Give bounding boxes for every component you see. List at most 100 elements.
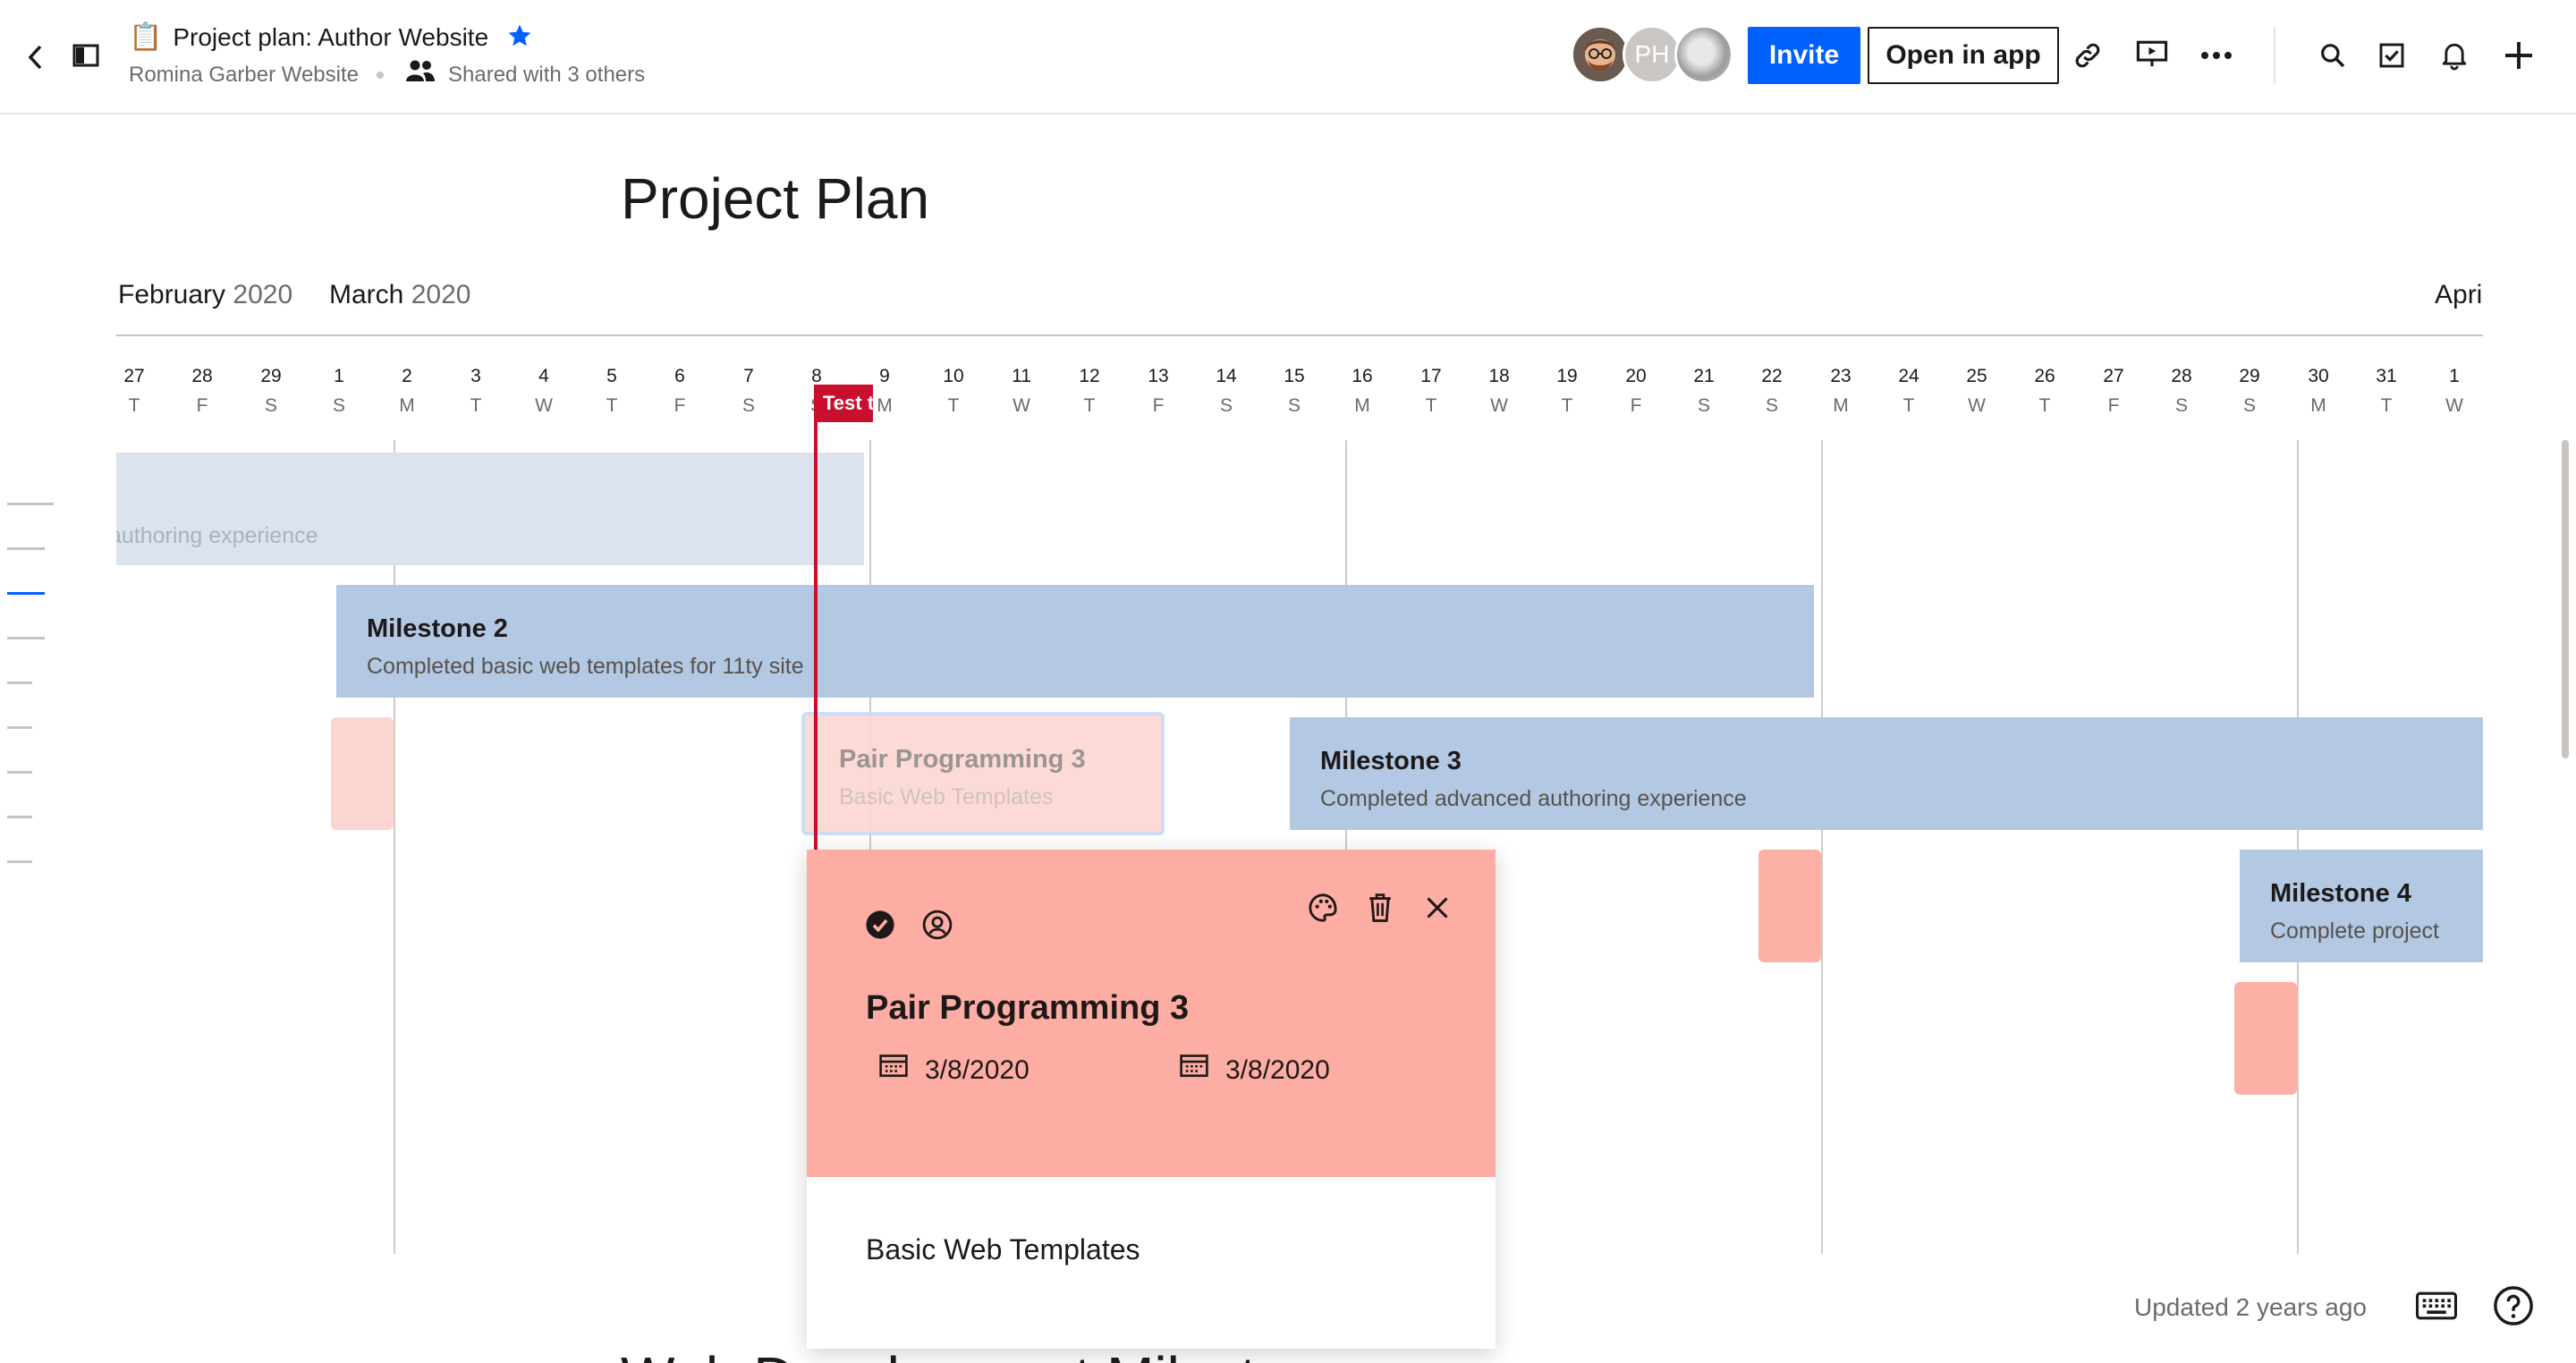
day-number: 10 <box>943 366 964 386</box>
star-icon[interactable] <box>506 22 533 54</box>
day-weekday: M <box>1833 395 1849 416</box>
day-number: 27 <box>123 366 145 386</box>
day-number: 5 <box>606 366 617 386</box>
end-date-field[interactable]: 3/8/2020 <box>1179 1052 1330 1088</box>
day-weekday: M <box>2310 395 2326 416</box>
doc-subtitle: Romina Garber Website Shared with 3 othe… <box>129 59 645 91</box>
day-number: 4 <box>538 366 549 386</box>
notifications-bell-icon[interactable] <box>2438 39 2470 72</box>
task-bar[interactable] <box>331 717 394 830</box>
vertical-scrollbar[interactable] <box>2562 440 2569 758</box>
day-number: 20 <box>1625 366 1647 386</box>
month-label-march: March 2020 <box>329 280 471 309</box>
task-bar[interactable] <box>1758 850 1821 962</box>
milestone-3-bar[interactable]: Milestone 3 Completed advanced authoring… <box>1290 717 2483 830</box>
outline-tick[interactable] <box>7 682 32 684</box>
day-number: 12 <box>1079 366 1100 386</box>
open-in-app-button[interactable]: Open in app <box>1868 27 2059 84</box>
today-marker-label[interactable]: Test t <box>814 385 873 422</box>
doc-title[interactable]: Project plan: Author Website <box>173 20 488 55</box>
day-number: 1 <box>2449 366 2460 386</box>
week-gridline <box>2297 440 2299 1254</box>
outline-tick[interactable] <box>7 547 45 550</box>
milestone-3-title: Milestone 3 <box>1320 747 1462 775</box>
day-weekday: T <box>606 395 618 416</box>
close-icon[interactable] <box>1420 891 1454 925</box>
day-weekday: F <box>674 395 686 416</box>
day-header: 11 W <box>995 363 1048 422</box>
day-header: 16 M <box>1335 363 1389 422</box>
day-number: 2 <box>402 366 412 386</box>
avatar[interactable] <box>1674 25 1733 84</box>
day-header: 17 T <box>1404 363 1458 422</box>
day-weekday: T <box>2038 395 2051 416</box>
invite-button[interactable]: Invite <box>1748 27 1860 84</box>
add-icon[interactable] <box>2501 38 2537 73</box>
present-icon[interactable] <box>2134 38 2170 70</box>
outline-tick[interactable] <box>7 860 32 863</box>
day-number: 29 <box>260 366 282 386</box>
day-header: 12 T <box>1063 363 1116 422</box>
day-weekday: T <box>947 395 960 416</box>
day-number: 8 <box>811 366 822 386</box>
shared-status[interactable]: Shared with 3 others <box>448 60 645 90</box>
toolbar-divider <box>2274 27 2275 84</box>
outline-tick[interactable] <box>7 503 54 505</box>
day-number: 27 <box>2103 366 2124 386</box>
outline-tick[interactable] <box>7 726 32 729</box>
toggle-sidebar-icon[interactable] <box>72 41 100 70</box>
outline-tick[interactable] <box>7 816 32 818</box>
end-date-value: 3/8/2020 <box>1225 1054 1330 1085</box>
day-header: 27 T <box>107 363 161 422</box>
task-bar[interactable] <box>2234 982 2297 1095</box>
tasks-checkbox-icon[interactable] <box>2376 39 2408 72</box>
avatar[interactable]: PH <box>1623 25 1682 84</box>
day-header: 6F <box>653 363 707 422</box>
day-weekday: T <box>470 395 482 416</box>
color-palette-icon[interactable] <box>1306 891 1340 925</box>
day-header: 20 F <box>1609 363 1663 422</box>
day-number: 17 <box>1420 366 1442 386</box>
day-header: 19 T <box>1540 363 1594 422</box>
more-options-icon[interactable] <box>2199 45 2234 66</box>
day-number: 24 <box>1898 366 1919 386</box>
day-weekday: W <box>2445 395 2463 416</box>
milestone-2-bar[interactable]: Milestone 2 Completed basic web template… <box>336 585 1814 698</box>
people-icon <box>405 59 436 91</box>
mark-complete-icon[interactable] <box>864 909 896 941</box>
day-number: 15 <box>1284 366 1305 386</box>
back-icon[interactable] <box>23 41 48 73</box>
day-header: 24 T <box>1882 363 1936 422</box>
delete-trash-icon[interactable] <box>1363 891 1397 925</box>
task-description[interactable]: Basic Web Templates <box>866 1231 1140 1268</box>
month-label-april: Apri <box>2435 280 2483 309</box>
day-header: 22 S <box>1745 363 1799 422</box>
day-number: 16 <box>1352 366 1373 386</box>
day-header: 2M <box>380 363 434 422</box>
day-number: 3 <box>470 366 481 386</box>
day-header: 4W <box>517 363 571 422</box>
next-section-heading: Web Development Milest <box>621 1340 1256 1363</box>
day-weekday: T <box>1902 395 1915 416</box>
day-header: 14 S <box>1199 363 1253 422</box>
day-header: 27 F <box>2087 363 2140 422</box>
link-icon[interactable] <box>2072 39 2104 72</box>
milestone-1-bar[interactable]: authoring experience <box>116 453 864 565</box>
pair-programming-3-bar-selected[interactable]: Pair Programming 3 Basic Web Templates <box>801 712 1165 835</box>
day-weekday: S <box>2242 395 2256 416</box>
outline-tick[interactable] <box>7 637 45 639</box>
assign-user-icon[interactable] <box>921 909 953 941</box>
avatar[interactable] <box>1571 25 1630 84</box>
keyboard-shortcuts-icon[interactable] <box>2415 1290 2458 1322</box>
collaborator-avatars: PH <box>1571 25 1733 84</box>
search-icon[interactable] <box>2317 39 2349 72</box>
folder-link[interactable]: Romina Garber Website <box>129 60 359 90</box>
help-icon[interactable] <box>2492 1284 2535 1327</box>
day-number: 13 <box>1148 366 1169 386</box>
milestone-4-bar[interactable]: Milestone 4 Complete project <box>2240 850 2483 962</box>
outline-tick-active[interactable] <box>7 592 45 595</box>
outline-tick[interactable] <box>7 771 32 774</box>
start-date-field[interactable]: 3/8/2020 <box>878 1052 1030 1088</box>
task-title[interactable]: Pair Programming 3 <box>866 986 1189 1030</box>
day-number: 11 <box>1012 366 1031 386</box>
